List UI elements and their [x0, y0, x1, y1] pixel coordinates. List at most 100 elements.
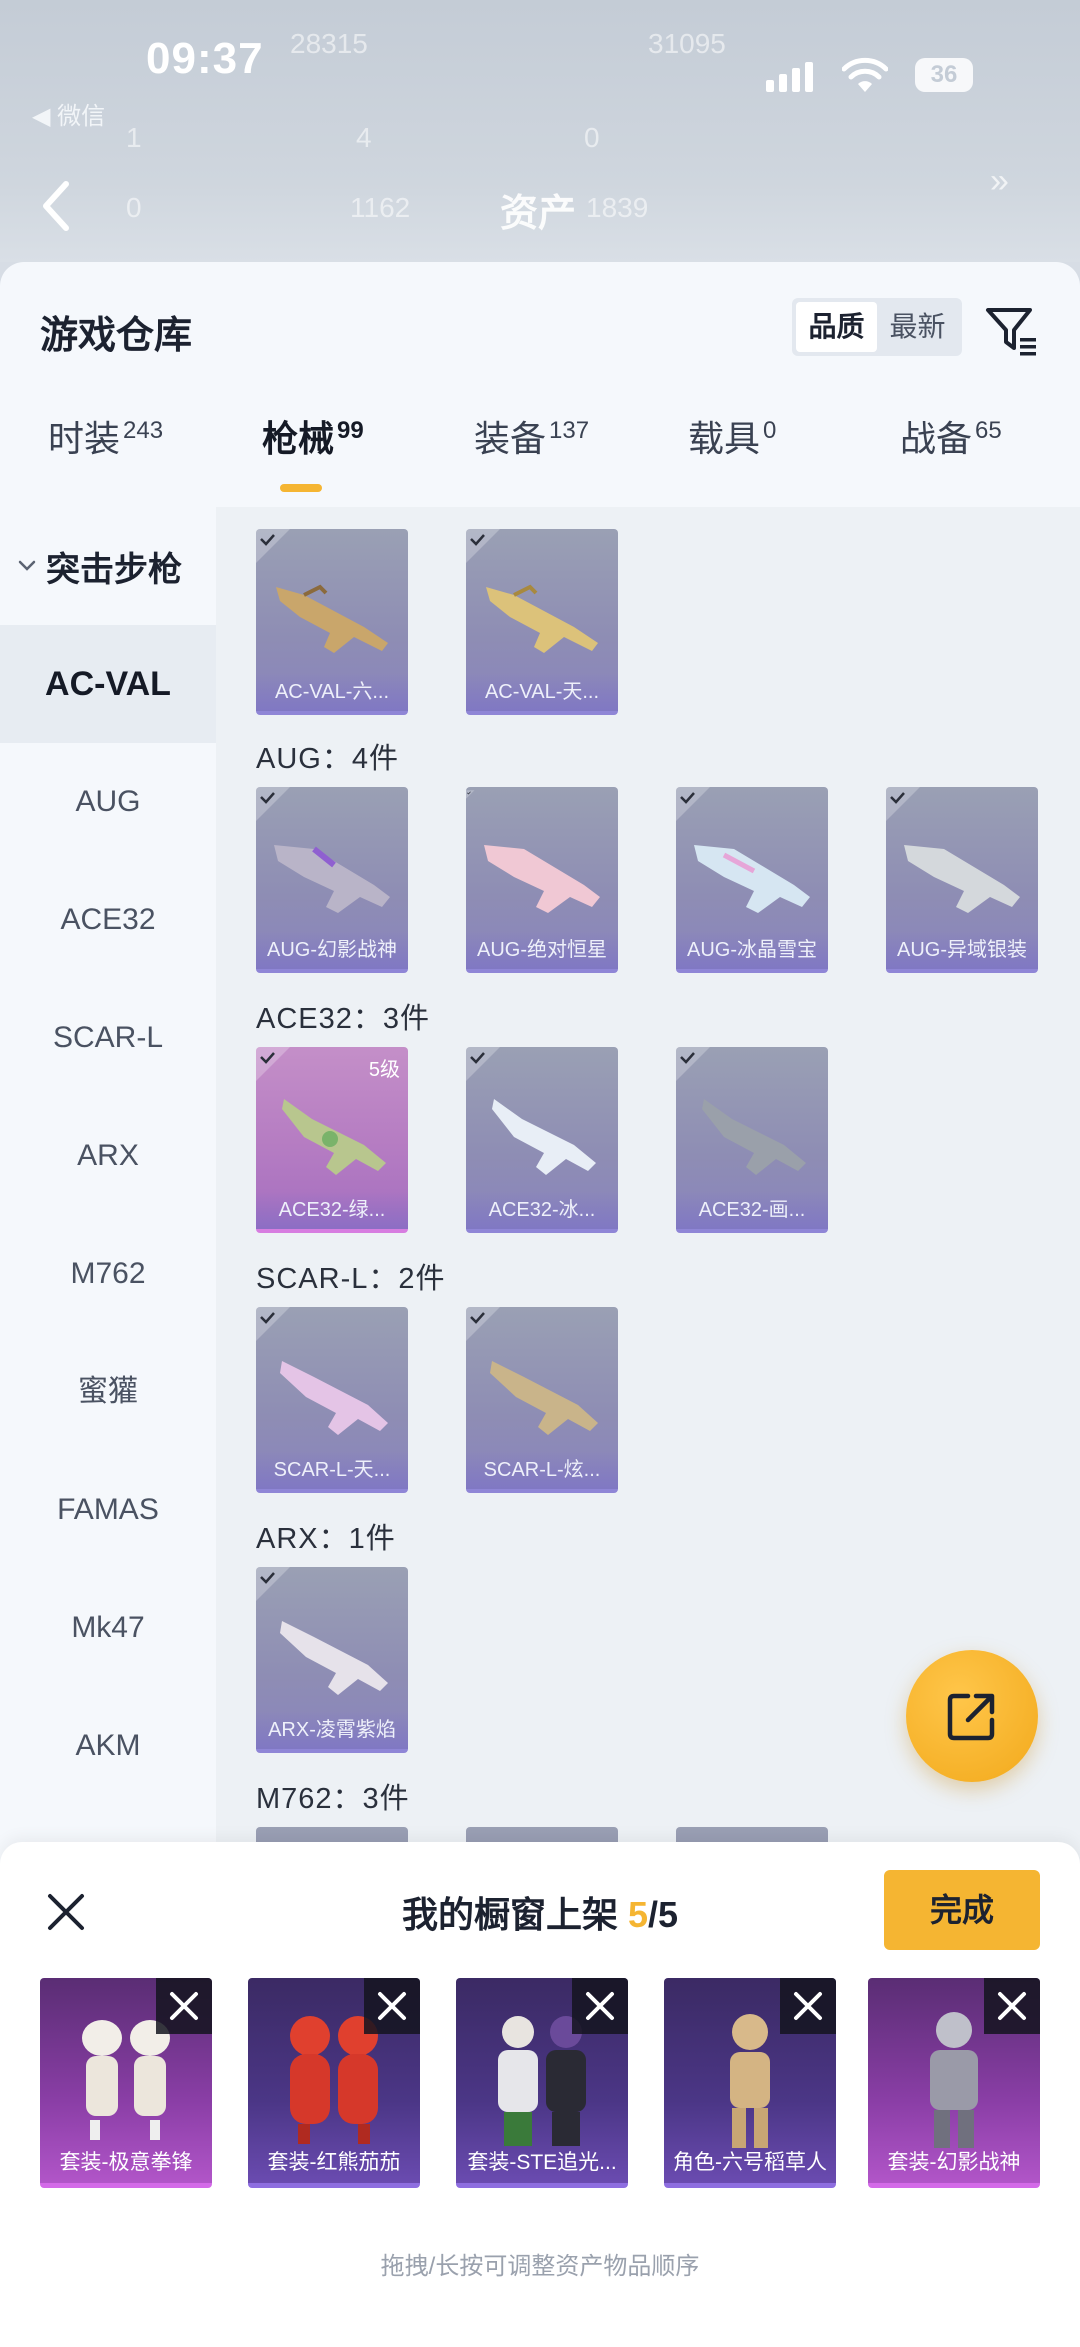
bg-stat: 1162 [350, 192, 411, 223]
group-label-m762: M762：3件 [256, 1783, 410, 1815]
battery-indicator: 36 [915, 58, 973, 92]
share-button[interactable] [906, 1650, 1038, 1782]
bg-stat: 1 [126, 122, 142, 153]
back-icon[interactable] [36, 178, 76, 234]
close-icon [794, 1992, 822, 2020]
status-time: 09:37 [146, 34, 264, 83]
tab-label: 装备 [474, 418, 547, 459]
weapon-skin-card[interactable] [676, 1827, 828, 1842]
showcase-count: 5 [627, 1894, 648, 1935]
weapon-skin-card[interactable]: AUG-异域银装 [886, 787, 1038, 973]
chevron-down-icon [18, 560, 36, 571]
bg-stat: 0 [126, 192, 142, 223]
category-item-arx[interactable]: ARX [0, 1097, 216, 1215]
weapon-skin-card[interactable]: 5级 ACE32-绿... [256, 1047, 408, 1233]
bg-stat: 31095 [648, 28, 726, 59]
weapon-skin-card[interactable]: SCAR-L-炫... [466, 1307, 618, 1493]
tab-count: 99 [337, 417, 364, 444]
remove-slot-button[interactable] [364, 1978, 420, 2034]
weapon-skin-card[interactable]: SCAR-L-天... [256, 1307, 408, 1493]
share-icon [947, 1693, 995, 1741]
sort-toggle: 品质 最新 [792, 298, 962, 356]
bg-stat: 1839 [586, 192, 649, 223]
showcase-total: /5 [648, 1894, 679, 1935]
done-button[interactable]: 完成 [884, 1870, 1040, 1950]
category-item-akm[interactable]: AKM [0, 1687, 216, 1805]
weapon-skin-name: AUG-绝对恒星 [466, 931, 618, 969]
tab-supplies[interactable]: 战备 65 [900, 410, 1002, 506]
weapon-skin-name: ACE32-画... [676, 1191, 828, 1229]
weapon-skin-card[interactable]: AUG-冰晶雪宝 [676, 787, 828, 973]
more-chevron-icon[interactable]: » [990, 162, 1009, 201]
filter-icon[interactable] [984, 302, 1040, 358]
tab-label: 载具 [688, 418, 761, 459]
scar-l-skin-image [490, 1361, 598, 1435]
bg-stat: 0 [584, 122, 600, 153]
category-group-assault-rifles[interactable]: 突击步枪 [0, 507, 216, 625]
group-label-arx: ARX：1件 [256, 1523, 396, 1555]
remove-slot-button[interactable] [156, 1978, 212, 2034]
ace32-skin-image [702, 1099, 806, 1175]
weapon-skin-card[interactable]: ACE32-冰... [466, 1047, 618, 1233]
showcase-slot-name: 套装-幻影战神 [887, 2151, 1021, 2174]
category-item-ace32[interactable]: ACE32 [0, 861, 216, 979]
weapon-skin-name: AUG-幻影战神 [256, 931, 408, 969]
bg-stat: 4 [356, 122, 372, 153]
sort-by-latest-button[interactable]: 最新 [877, 302, 958, 352]
ace32-skin-image [492, 1099, 596, 1175]
close-icon [586, 1992, 614, 2020]
remove-slot-button[interactable] [780, 1978, 836, 2034]
sheet-header: 游戏仓库 品质 最新 [0, 262, 1080, 382]
category-item-m762[interactable]: M762 [0, 1215, 216, 1333]
weapon-skin-card[interactable]: AUG-绝对恒星 [466, 787, 618, 973]
weapon-skin-card[interactable] [466, 1827, 618, 1842]
wifi-icon [842, 57, 888, 92]
category-item-ac-val[interactable]: AC-VAL [0, 625, 216, 743]
tab-count: 65 [975, 417, 1002, 444]
aug-skin-image [694, 845, 810, 913]
ace32-skin-image [282, 1099, 386, 1175]
remove-slot-button[interactable] [984, 1978, 1040, 2034]
aug-skin-image [904, 845, 1020, 913]
showcase-slot[interactable]: 角色-六号稻草人 [664, 1978, 836, 2188]
tab-fashion[interactable]: 时装 243 [48, 410, 163, 506]
tab-vehicles[interactable]: 载具 0 [688, 410, 776, 506]
weapon-skin-card[interactable]: ARX-凌霄紫焰 [256, 1567, 408, 1753]
showcase-slot-name: 套装-STE追光... [467, 2151, 617, 2174]
tab-label: 枪械 [262, 418, 335, 459]
category-item-scar-l[interactable]: SCAR-L [0, 979, 216, 1097]
sort-by-quality-button[interactable]: 品质 [796, 302, 877, 352]
showcase-slot[interactable]: 套装-红熊茄茄 [248, 1978, 420, 2188]
showcase-slot-name: 角色-六号稻草人 [673, 2151, 827, 2174]
background-page: 09:37 ◀ 微信 36 28315 31095 1 4 0 0 1162 资… [0, 0, 1080, 262]
category-item-mk47[interactable]: Mk47 [0, 1569, 216, 1687]
weapon-skin-card[interactable]: ACE32-画... [676, 1047, 828, 1233]
showcase-slot[interactable]: 套装-幻影战神 [868, 1978, 1040, 2188]
close-icon [378, 1992, 406, 2020]
weapon-skin-name: SCAR-L-炫... [466, 1451, 618, 1489]
showcase-slot[interactable]: 套装-STE追光... [456, 1978, 628, 2188]
category-tabs: 时装 243 枪械 99 装备 137 载具 0 战备 65 [0, 410, 1080, 506]
showcase-slot[interactable]: 套装-极意拳锋 [40, 1978, 212, 2188]
weapon-skin-card[interactable]: AUG-幻影战神 [256, 787, 408, 973]
tab-equipment[interactable]: 装备 137 [474, 410, 589, 506]
weapon-skin-name: AUG-冰晶雪宝 [676, 931, 828, 969]
status-bar: 09:37 ◀ 微信 36 [0, 0, 1080, 130]
weapon-skin-name: AUG-异域银装 [886, 931, 1038, 969]
group-label-aug: AUG：4件 [256, 743, 399, 775]
close-icon [998, 1992, 1026, 2020]
category-item-honey-badger[interactable]: 蜜獾 [0, 1333, 216, 1451]
weapon-skin-name: SCAR-L-天... [256, 1451, 408, 1489]
close-icon [170, 1992, 198, 2020]
remove-slot-button[interactable] [572, 1978, 628, 2034]
category-item-aug[interactable]: AUG [0, 743, 216, 861]
category-item-famas[interactable]: FAMAS [0, 1451, 216, 1569]
showcase-slot-name: 套装-极意拳锋 [59, 2151, 193, 2174]
weapon-skin-card[interactable] [256, 1827, 408, 1842]
tab-count: 137 [549, 417, 590, 444]
weapon-skin-name: ARX-凌霄紫焰 [256, 1711, 408, 1749]
back-to-wechat-link[interactable]: ◀ 微信 [32, 96, 105, 131]
tab-count: 0 [763, 417, 777, 444]
active-tab-indicator [280, 484, 322, 492]
category-group-label: 突击步枪 [46, 550, 182, 589]
